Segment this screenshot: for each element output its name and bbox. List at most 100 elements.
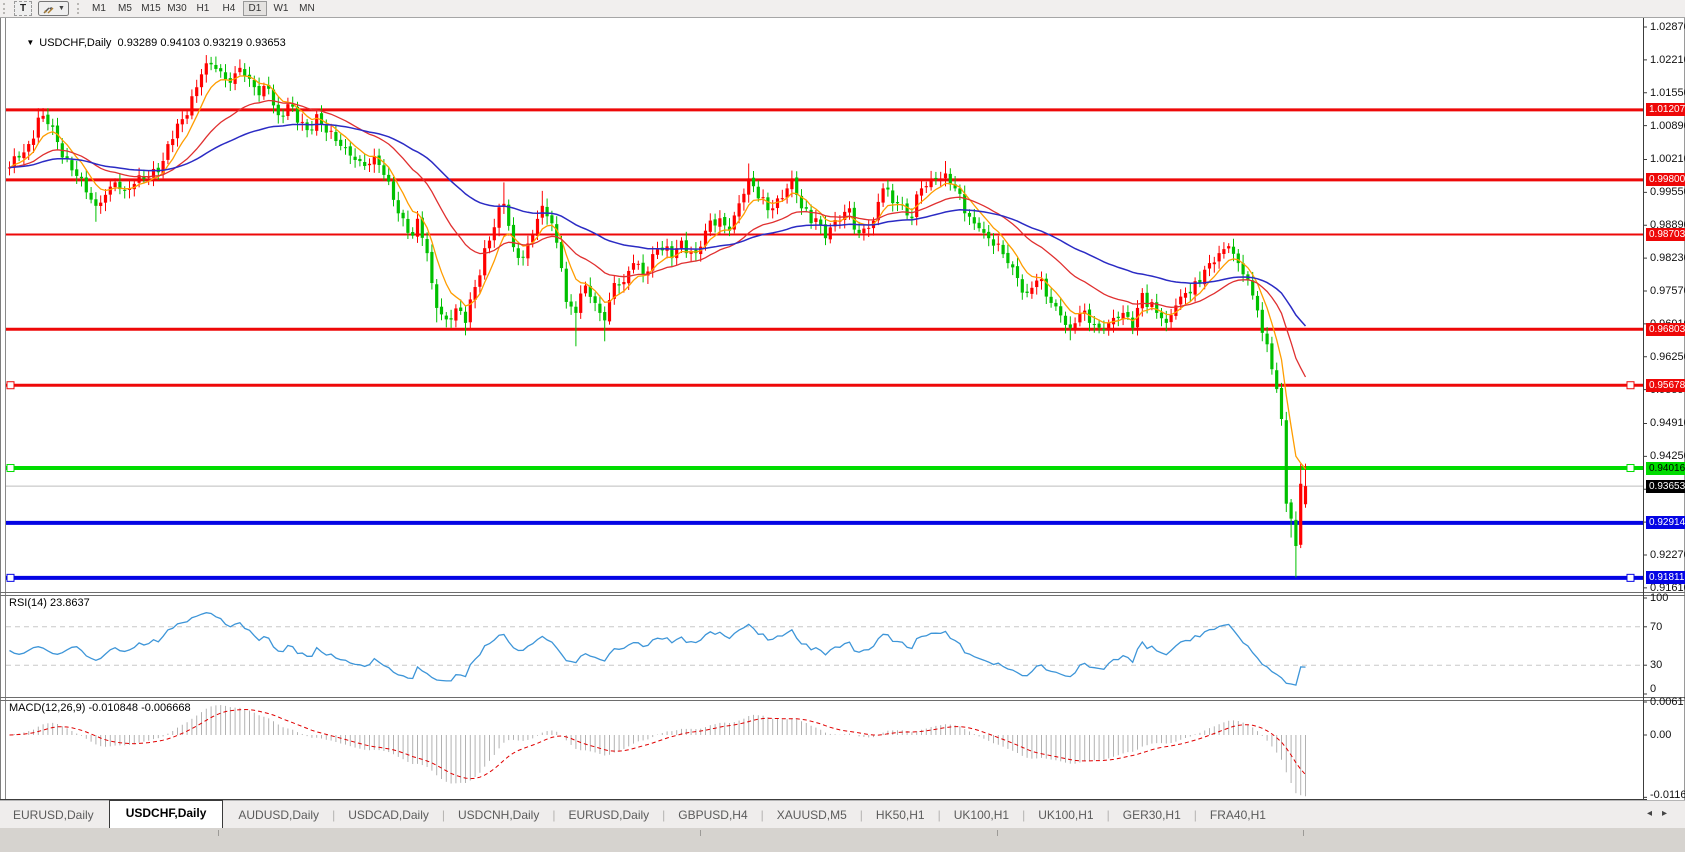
arrange-icon bbox=[42, 3, 55, 15]
candle-body bbox=[1266, 334, 1269, 345]
candle-body bbox=[454, 308, 457, 320]
toolbar-grip[interactable] bbox=[3, 3, 8, 14]
candle-body bbox=[325, 125, 328, 132]
chart-ohlc-values: 0.93289 0.94103 0.93219 0.93653 bbox=[118, 37, 286, 49]
chart-tab-uk100-h1[interactable]: UK100,H1 bbox=[1025, 803, 1106, 828]
chart-tab-eurusd-daily[interactable]: EURUSD,Daily bbox=[555, 803, 662, 828]
candle-body bbox=[90, 193, 93, 200]
candle-body bbox=[934, 178, 937, 179]
candle-body bbox=[219, 68, 222, 71]
candle-body bbox=[565, 269, 568, 302]
chart-tab-audusd-daily[interactable]: AUDUSD,Daily bbox=[225, 803, 332, 828]
candle-body bbox=[814, 218, 817, 222]
horizontal-line-0.95678[interactable] bbox=[6, 382, 1643, 389]
ma-medium-line bbox=[10, 101, 1306, 378]
line-price-label: 0.98703 bbox=[1646, 228, 1685, 241]
chart-tab-usdchf-daily[interactable]: USDCHF,Daily bbox=[109, 800, 224, 828]
candle-body bbox=[949, 174, 952, 185]
current-price-label: 0.93653 bbox=[1646, 480, 1685, 493]
rsi-indicator-label: RSI(14) 23.8637 bbox=[9, 597, 90, 609]
timeframe-button-w1[interactable]: W1 bbox=[269, 2, 293, 15]
candle-body bbox=[382, 165, 385, 175]
timeframe-button-d1[interactable]: D1 bbox=[243, 1, 267, 16]
candle-body bbox=[176, 124, 179, 139]
timeframe-button-mn[interactable]: MN bbox=[295, 2, 319, 15]
text-tool-button[interactable]: T bbox=[14, 1, 32, 16]
candle-body bbox=[109, 187, 112, 195]
candle-body bbox=[262, 86, 265, 96]
macd-axis-label: 0.006173 bbox=[1650, 696, 1685, 708]
candle-body bbox=[1165, 319, 1168, 323]
timeframe-button-m5[interactable]: M5 bbox=[113, 2, 137, 15]
candle-body bbox=[781, 198, 784, 199]
candle-body bbox=[301, 122, 304, 123]
rsi-axis-label: 70 bbox=[1650, 621, 1662, 633]
candle-body bbox=[867, 228, 870, 229]
chart-tab-usdcnh-daily[interactable]: USDCNH,Daily bbox=[445, 803, 552, 828]
horizontal-line-0.94016[interactable] bbox=[6, 465, 1643, 472]
candle-body bbox=[896, 202, 899, 203]
tab-scroll-arrows[interactable]: ◂▸ bbox=[1647, 808, 1677, 819]
candle-body bbox=[1093, 324, 1096, 325]
candle-body bbox=[968, 213, 971, 217]
candle-body bbox=[555, 224, 558, 243]
candle-body bbox=[387, 175, 390, 182]
candle-body bbox=[1050, 297, 1053, 303]
candle-body bbox=[978, 223, 981, 228]
line-handle bbox=[1627, 382, 1634, 389]
chart-context-arrow-icon[interactable]: ▼ bbox=[26, 38, 34, 47]
candle-body bbox=[642, 263, 645, 275]
timeframe-button-m15[interactable]: M15 bbox=[139, 2, 163, 15]
candle-body bbox=[411, 232, 414, 236]
chart-title: ▼USDCHF,Daily 0.93289 0.94103 0.93219 0.… bbox=[8, 25, 286, 61]
candle-body bbox=[315, 114, 318, 131]
horizontal-line-0.91811[interactable] bbox=[6, 574, 1643, 581]
chart-plot[interactable] bbox=[0, 18, 1685, 852]
candle-body bbox=[1294, 520, 1297, 546]
chart-tab-uk100-h1[interactable]: UK100,H1 bbox=[941, 803, 1022, 828]
chart-tab-bar: EURUSD,DailyUSDCHF,DailyAUDUSD,Daily|USD… bbox=[0, 800, 1685, 828]
candle-body bbox=[190, 96, 193, 115]
candle-body bbox=[1218, 253, 1221, 261]
candle-body bbox=[920, 188, 923, 195]
price-axis-label: 1.00890 bbox=[1650, 120, 1685, 132]
chart-tab-usdcad-daily[interactable]: USDCAD,Daily bbox=[335, 803, 442, 828]
timeframe-button-h1[interactable]: H1 bbox=[191, 2, 215, 15]
chart-tab-xauusd-m5[interactable]: XAUUSD,M5 bbox=[764, 803, 860, 828]
chart-tab-eurusd-daily[interactable]: EURUSD,Daily bbox=[0, 803, 107, 828]
toolbar-grip[interactable] bbox=[77, 3, 82, 14]
candle-body bbox=[608, 300, 611, 321]
chart-tab-gbpusd-h4[interactable]: GBPUSD,H4 bbox=[665, 803, 760, 828]
line-price-label: 0.91811 bbox=[1646, 571, 1685, 584]
candle-body bbox=[1285, 420, 1288, 503]
price-axis-label: 0.96250 bbox=[1650, 351, 1685, 363]
timeframe-button-h4[interactable]: H4 bbox=[217, 2, 241, 15]
candle-body bbox=[882, 188, 885, 202]
timeframe-button-m30[interactable]: M30 bbox=[165, 2, 189, 15]
macd-indicator-label: MACD(12,26,9) -0.010848 -0.006668 bbox=[9, 702, 191, 714]
candle-body bbox=[171, 139, 174, 145]
candle-body bbox=[1002, 245, 1005, 254]
candle-body bbox=[114, 182, 117, 187]
candle-body bbox=[939, 179, 942, 180]
price-axis-label: 0.92270 bbox=[1650, 549, 1685, 561]
candle-body bbox=[574, 307, 577, 313]
candle-body bbox=[1054, 303, 1057, 306]
price-axis-label: 1.02870 bbox=[1650, 21, 1685, 33]
chart-tab-hk50-h1[interactable]: HK50,H1 bbox=[863, 803, 938, 828]
candle-body bbox=[973, 217, 976, 223]
candle-body bbox=[906, 203, 909, 215]
candle-body bbox=[426, 239, 429, 253]
timeframe-button-m1[interactable]: M1 bbox=[87, 2, 111, 15]
candle-body bbox=[1006, 253, 1009, 263]
candle-body bbox=[1016, 266, 1019, 278]
candle-body bbox=[1184, 293, 1187, 298]
status-bar bbox=[0, 827, 1685, 852]
candle-body bbox=[1141, 293, 1144, 308]
chart-tab-ger30-h1[interactable]: GER30,H1 bbox=[1110, 803, 1194, 828]
arrange-charts-button[interactable]: ▼ bbox=[38, 1, 69, 16]
candle-body bbox=[1146, 293, 1149, 307]
chart-tab-fra40-h1[interactable]: FRA40,H1 bbox=[1197, 803, 1279, 828]
candle-body bbox=[1102, 329, 1105, 330]
candle-body bbox=[363, 162, 366, 166]
